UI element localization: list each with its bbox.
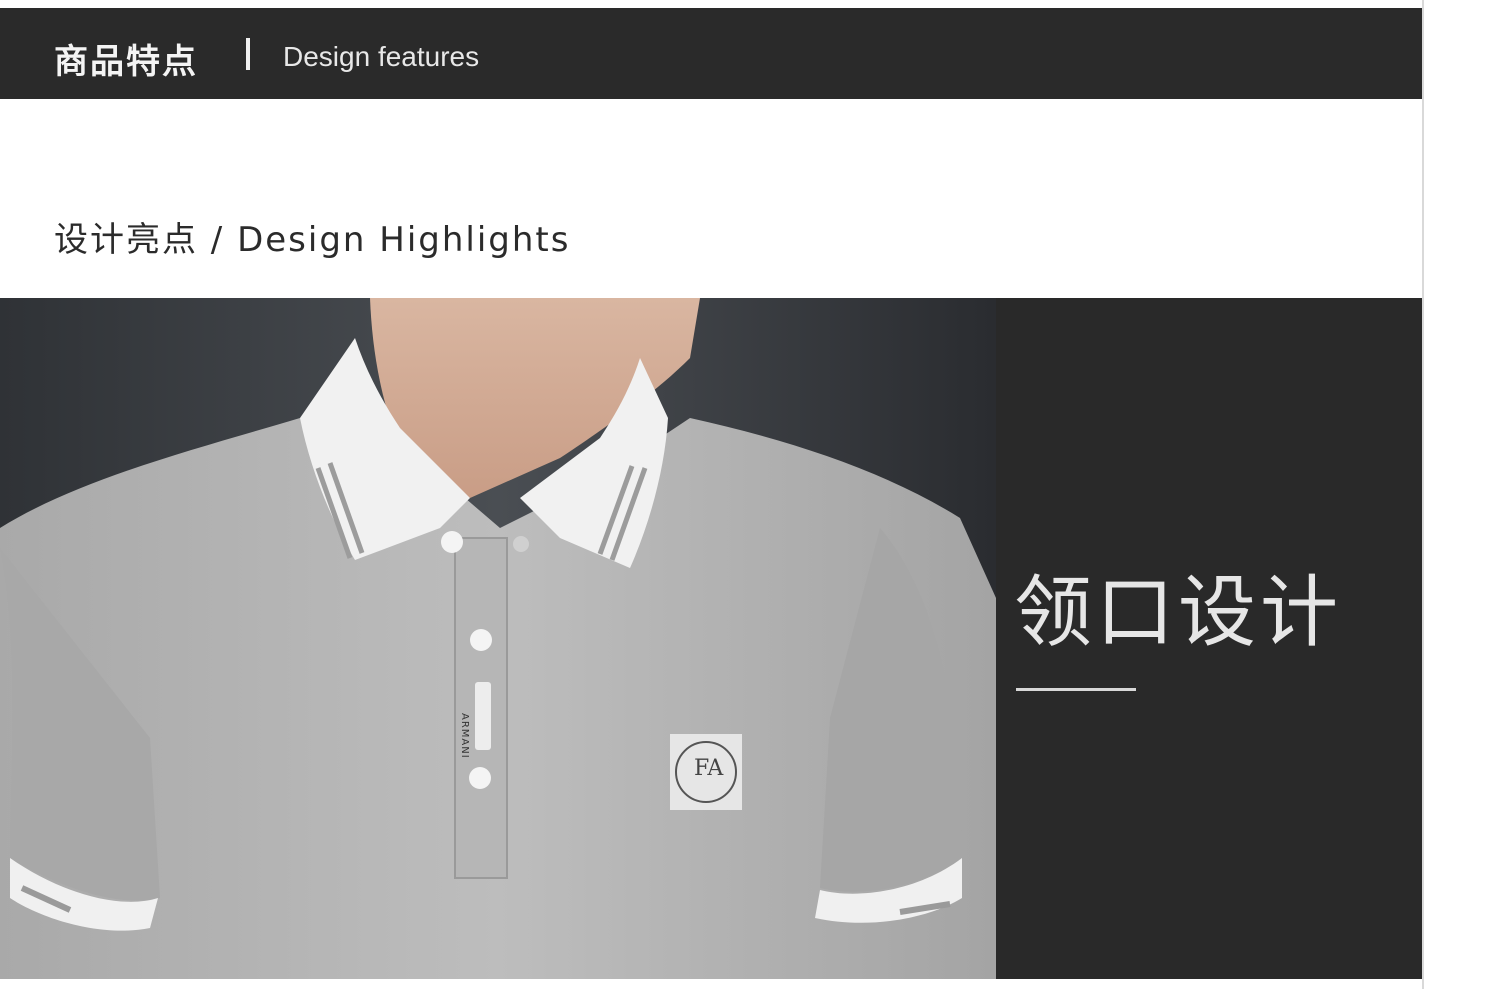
armani-label-tag: ARMANI xyxy=(459,713,470,759)
page-right-border xyxy=(1422,0,1424,989)
design-highlights-heading: 设计亮点 / Design Highlights xyxy=(54,220,571,260)
header-title-en: Design features xyxy=(283,41,480,72)
header-divider xyxy=(246,38,250,70)
header-title-cn: 商品特点 xyxy=(54,42,198,82)
product-photo: ARMANI FA xyxy=(0,298,996,979)
polo-shirt-illustration xyxy=(0,298,996,979)
collar-design-panel: 领口设计 xyxy=(996,298,1423,979)
bottom-margin xyxy=(0,979,1424,989)
fa-badge-text: FA xyxy=(694,756,724,781)
collar-design-caption: 领口设计 xyxy=(1014,568,1343,658)
design-features-header: 商品特点 Design features xyxy=(0,8,1424,99)
caption-underline xyxy=(1016,688,1136,691)
product-detail-page: 商品特点 Design features 设计亮点 / Design Highl… xyxy=(0,0,1424,989)
